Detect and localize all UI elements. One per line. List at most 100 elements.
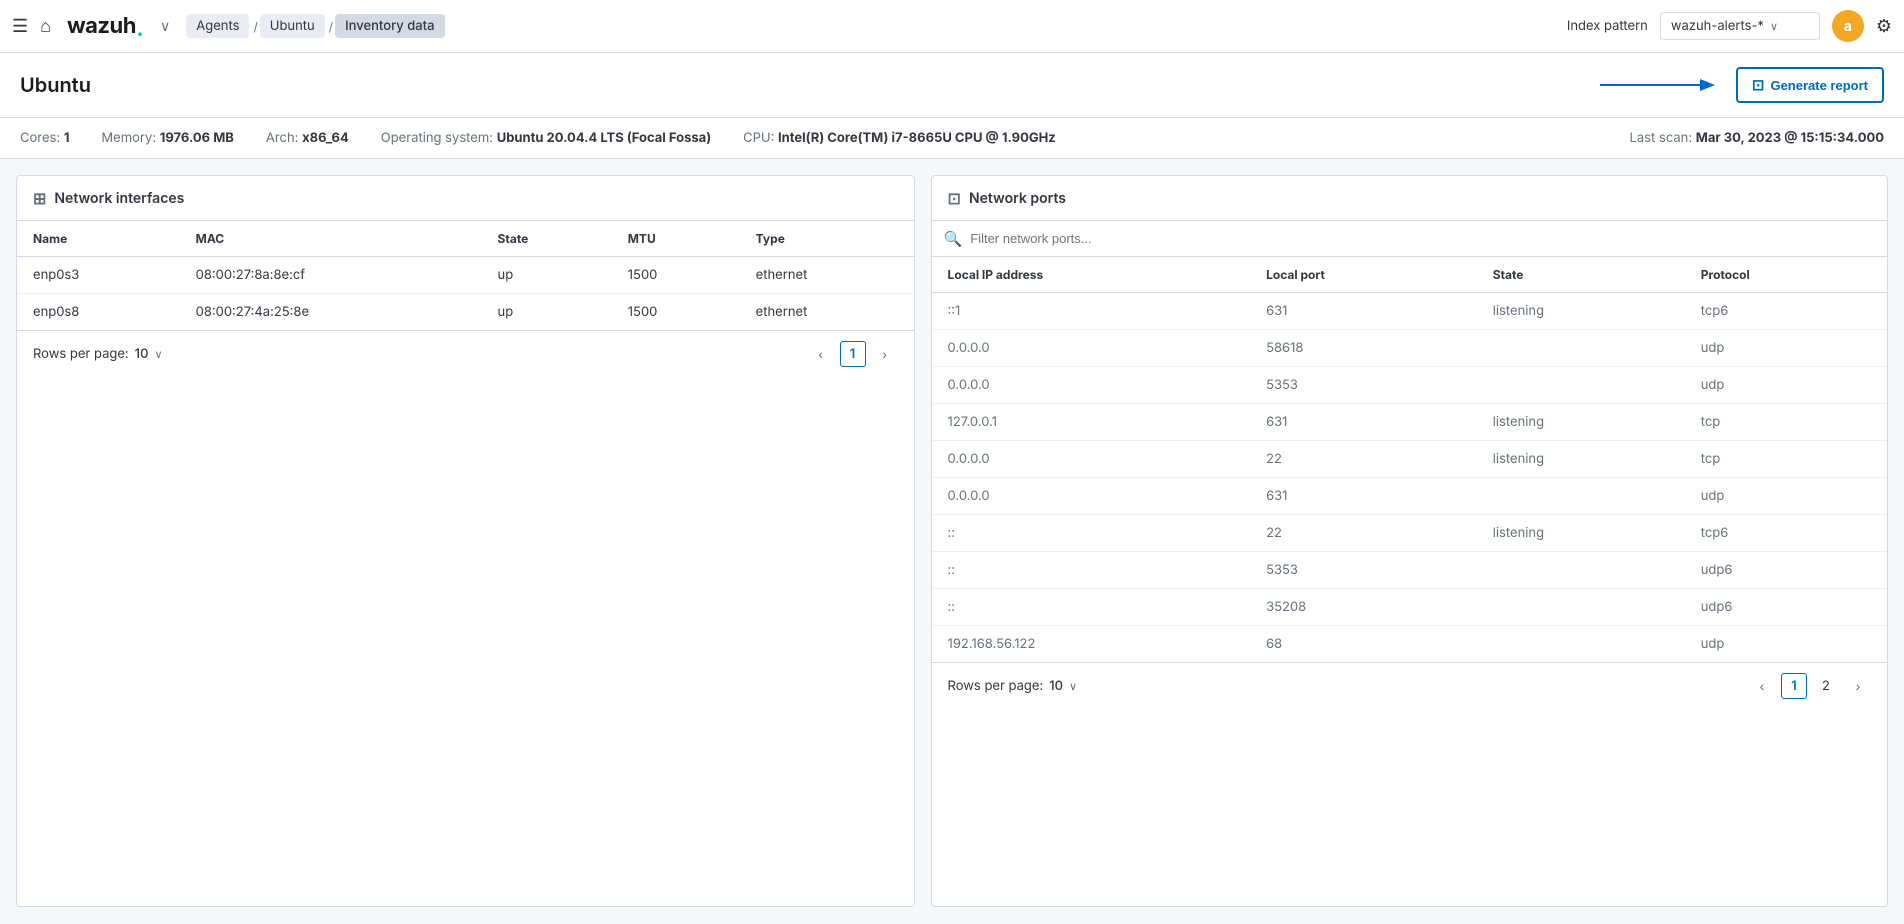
cell-ip: 192.168.56.122 [932,626,1251,663]
document-icon: ⊡ [1752,76,1765,94]
cell-port: 58618 [1250,330,1477,367]
network-interfaces-title: Network interfaces [54,190,184,207]
table-row: :: 5353 udp6 [932,552,1887,589]
cell-state [1477,589,1685,626]
rows-per-page-chevron-icon[interactable]: ∨ [154,347,162,361]
arch-info: Arch: x86_64 [266,130,349,146]
last-scan-info: Last scan: Mar 30, 2023 @ 15:15:34.000 [1630,130,1884,146]
cell-port: 631 [1250,478,1477,515]
network-ports-panel: ⊡ Network ports 🔍 Local IP address Local… [931,175,1888,907]
cell-protocol: udp6 [1685,552,1887,589]
cell-state [1477,367,1685,404]
col-local-port: Local port [1250,257,1477,293]
main-content: ⊞ Network interfaces Name MAC State MTU … [0,159,1904,923]
cell-ip: 0.0.0.0 [932,367,1251,404]
col-type: Type [740,221,914,257]
cell-state: listening [1477,515,1685,552]
topnav-right: Index pattern wazuh-alerts-* ∨ a ⚙ [1567,10,1892,42]
table-row: enp0s3 08:00:27:8a:8e:cf up 1500 etherne… [17,257,914,294]
current-page-num[interactable]: 1 [1781,673,1807,699]
next-page-button[interactable]: › [872,341,898,367]
table-row: 0.0.0.0 22 listening tcp [932,441,1887,478]
col-state: State [482,221,612,257]
generate-report-label: Generate report [1770,78,1868,93]
col-mtu: MTU [612,221,740,257]
cell-mtu: 1500 [612,294,740,331]
cell-ip: 0.0.0.0 [932,330,1251,367]
interfaces-pagination: Rows per page: 10 ∨ ‹ 1 › [17,330,914,377]
network-ports-search-input[interactable] [970,231,1875,246]
table-row: 0.0.0.0 58618 udp [932,330,1887,367]
cell-port: 35208 [1250,589,1477,626]
cell-protocol: tcp6 [1685,515,1887,552]
cell-ip: 0.0.0.0 [932,441,1251,478]
cell-state: up [482,257,612,294]
prev-page-button[interactable]: ‹ [808,341,834,367]
network-interfaces-table: Name MAC State MTU Type enp0s3 08:00:27:… [17,221,914,330]
cell-ip: :: [932,552,1251,589]
cell-mac: 08:00:27:8a:8e:cf [180,257,482,294]
cell-port: 5353 [1250,367,1477,404]
ports-rows-per-page: Rows per page: 10 ∨ [948,678,1078,694]
settings-icon[interactable]: ⚙ [1876,16,1892,37]
table-row: ::1 631 listening tcp6 [932,293,1887,330]
cell-protocol: udp [1685,478,1887,515]
cell-ip: 0.0.0.0 [932,478,1251,515]
arrow-indicator [1600,71,1720,99]
rows-count: 10 [1049,678,1063,694]
cell-port: 5353 [1250,552,1477,589]
cell-state: listening [1477,404,1685,441]
memory-info: Memory: 1976.06 MB [101,130,233,146]
network-interfaces-icon: ⊞ [33,188,46,208]
home-icon[interactable]: ⌂ [40,16,51,37]
logo-chevron-icon[interactable]: ∨ [160,18,170,35]
interfaces-page-nav: ‹ 1 › [808,341,898,367]
page-title: Ubuntu [20,73,91,97]
index-pattern-label: Index pattern [1567,18,1648,34]
cell-protocol: udp [1685,626,1887,663]
cell-state: listening [1477,441,1685,478]
generate-report-button[interactable]: ⊡ Generate report [1736,67,1884,103]
rows-per-page-chevron-icon[interactable]: ∨ [1069,679,1077,693]
network-ports-search[interactable]: 🔍 [932,221,1887,257]
col-state: State [1477,257,1685,293]
cell-type: ethernet [740,294,914,331]
arrow-svg [1600,71,1720,99]
table-row: enp0s8 08:00:27:4a:25:8e up 1500 etherne… [17,294,914,331]
index-pattern-select[interactable]: wazuh-alerts-* ∨ [1660,12,1820,40]
cell-protocol: tcp [1685,441,1887,478]
cell-ip: ::1 [932,293,1251,330]
search-icon: 🔍 [944,229,963,248]
menu-icon[interactable]: ☰ [12,16,28,37]
cell-type: ethernet [740,257,914,294]
current-page-num[interactable]: 1 [840,341,866,367]
col-mac: MAC [180,221,482,257]
cell-state: up [482,294,612,331]
cell-port: 68 [1250,626,1477,663]
page-2-num[interactable]: 2 [1813,673,1839,699]
cell-ip: 127.0.0.1 [932,404,1251,441]
table-row: 0.0.0.0 631 udp [932,478,1887,515]
breadcrumb-agents[interactable]: Agents [186,14,249,38]
next-page-button[interactable]: › [1845,673,1871,699]
cell-protocol: tcp [1685,404,1887,441]
cell-protocol: udp6 [1685,589,1887,626]
breadcrumb-inventory[interactable]: Inventory data [335,14,444,38]
cell-state [1477,478,1685,515]
breadcrumb-ubuntu[interactable]: Ubuntu [260,14,325,38]
avatar[interactable]: a [1832,10,1864,42]
cell-protocol: tcp6 [1685,293,1887,330]
index-pattern-value: wazuh-alerts-* [1671,18,1764,34]
os-info: Operating system: Ubuntu 20.04.4 LTS (Fo… [381,130,711,146]
cell-ip: :: [932,589,1251,626]
table-row: 127.0.0.1 631 listening tcp [932,404,1887,441]
col-local-ip: Local IP address [932,257,1251,293]
cell-ip: :: [932,515,1251,552]
rows-count: 10 [135,346,149,362]
breadcrumb-sep-2: / [329,19,333,34]
cpu-info: CPU: Intel(R) Core(TM) i7-8665U CPU @ 1.… [743,130,1056,146]
rows-label: Rows per page: [33,346,129,362]
logo-text: wazuh [67,13,136,39]
cell-port: 631 [1250,293,1477,330]
prev-page-button[interactable]: ‹ [1749,673,1775,699]
